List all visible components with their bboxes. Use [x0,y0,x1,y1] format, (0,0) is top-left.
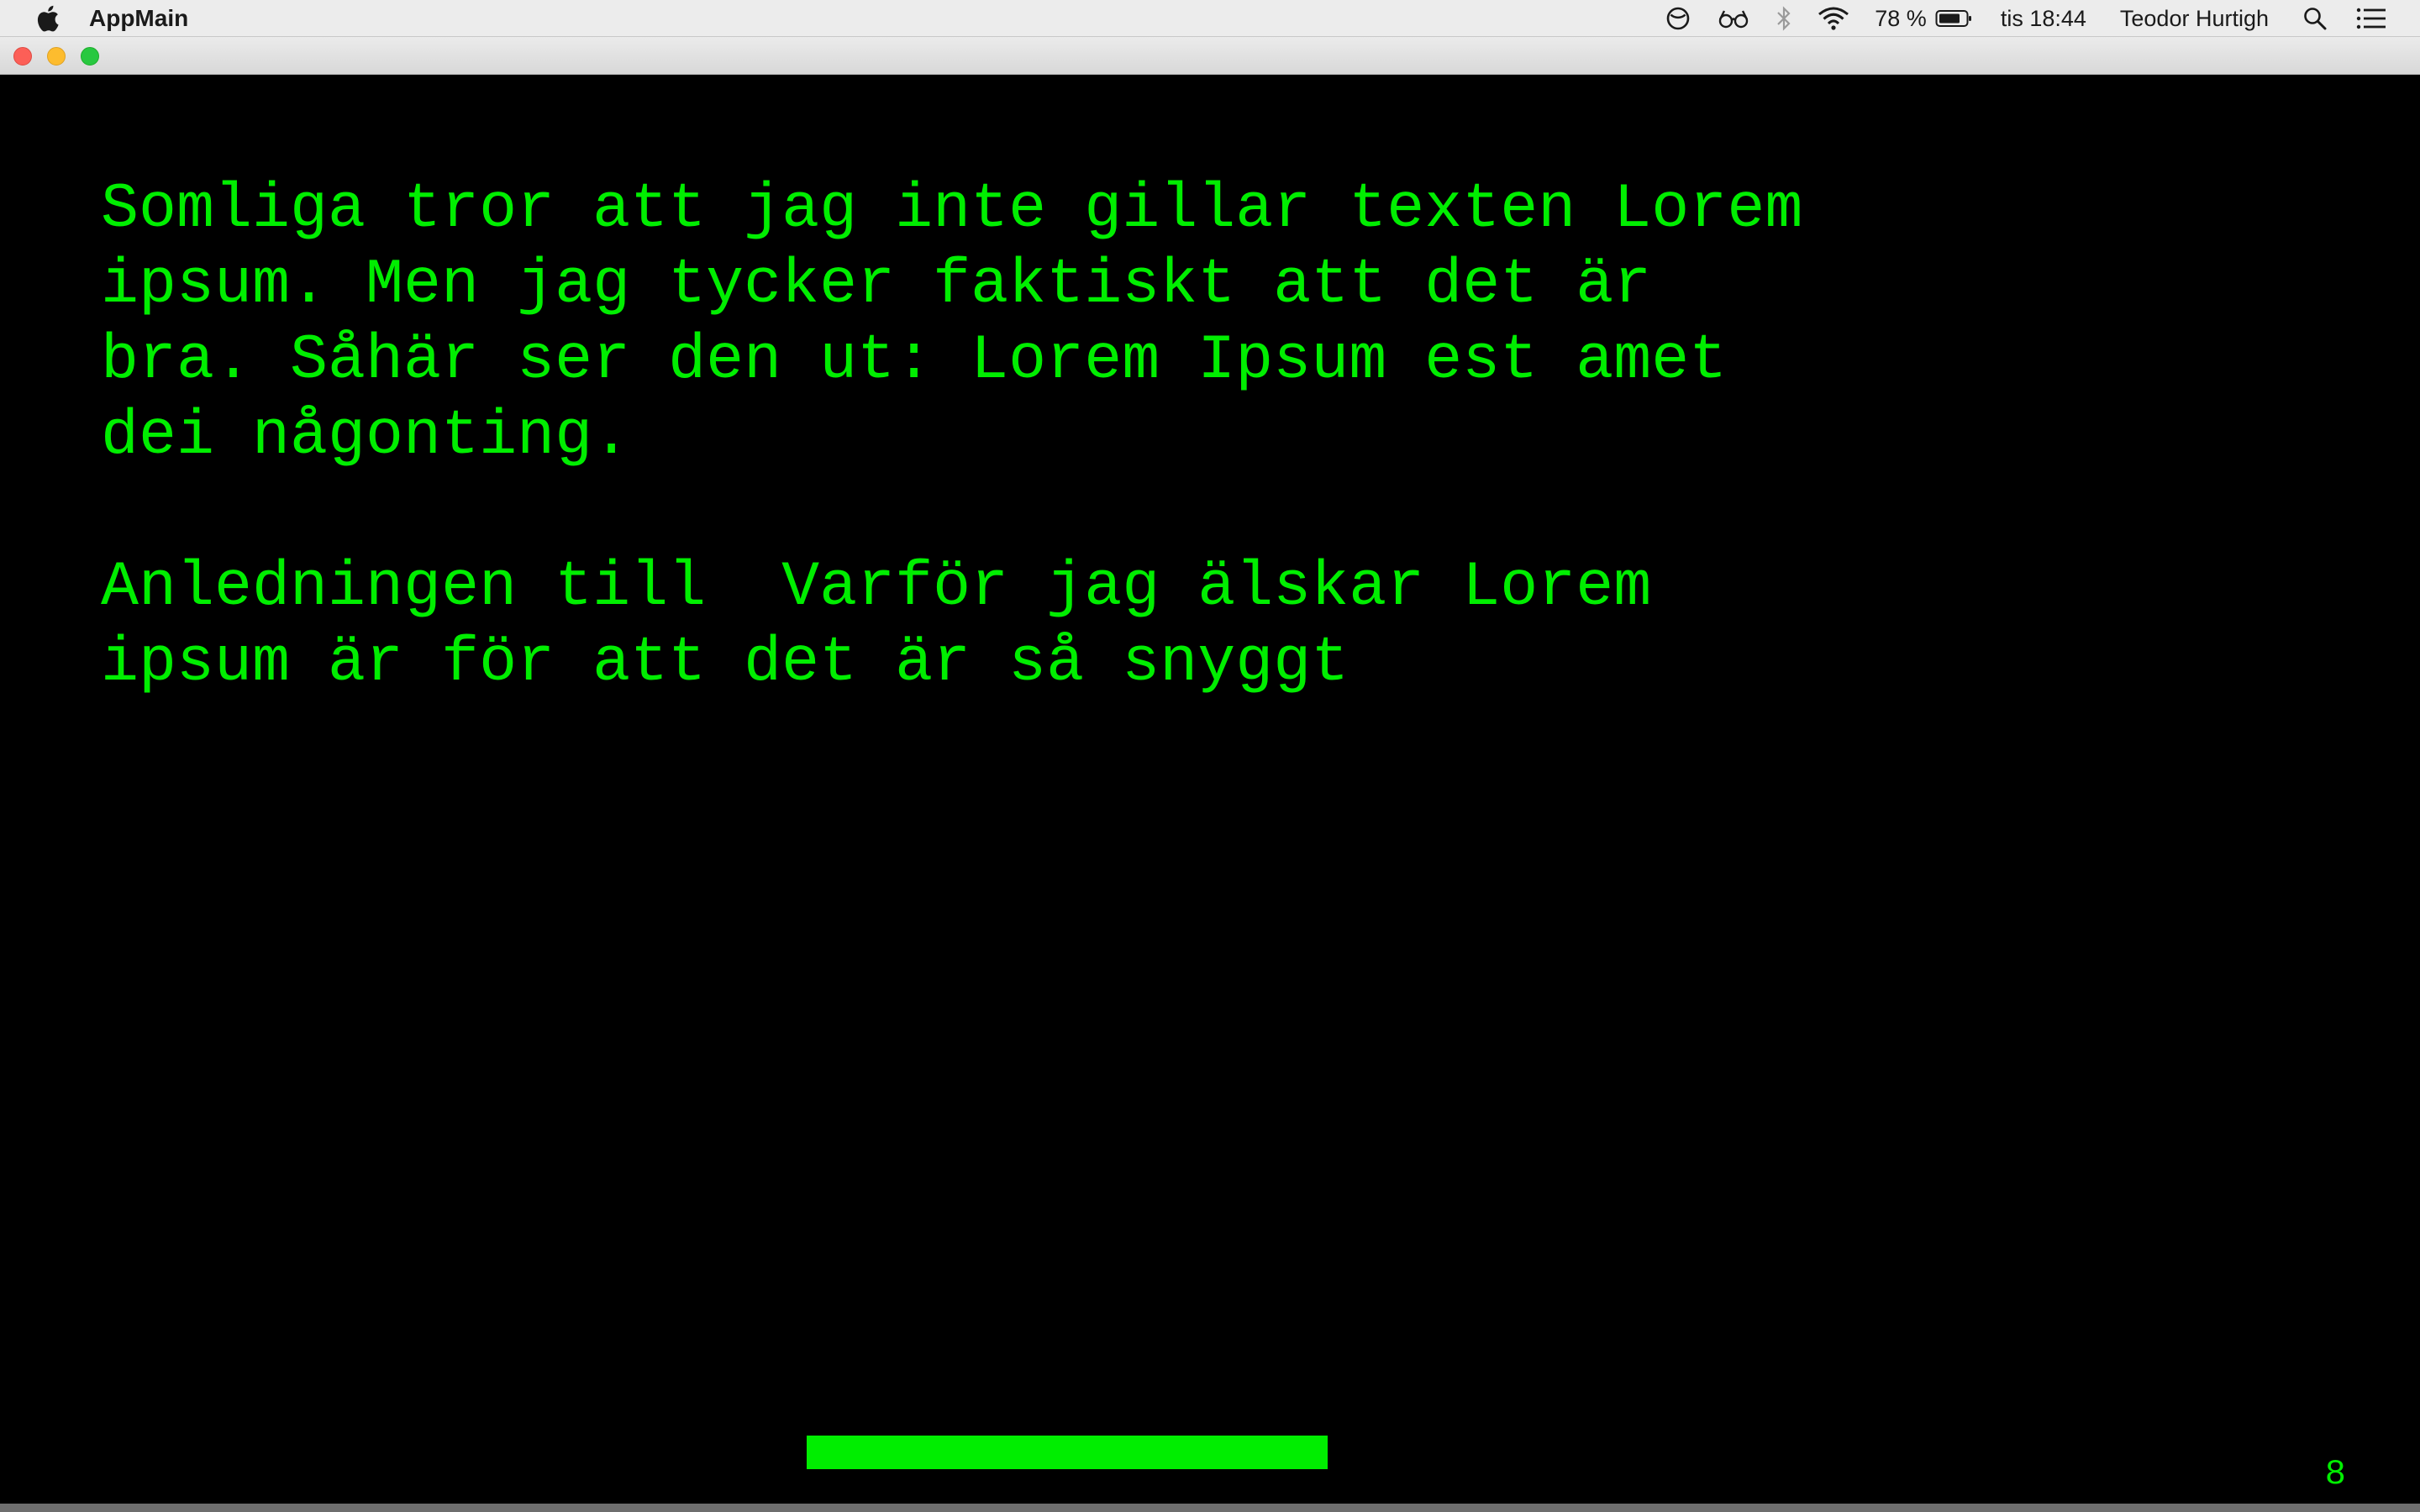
battery-icon[interactable] [1935,8,1972,29]
spotlight-search-icon[interactable] [2302,6,2328,31]
user-name[interactable]: Teodor Hurtigh [2120,6,2269,32]
battery-percentage[interactable]: 78 % [1875,6,1927,32]
menu-bar-status-area: 78 % tis 18:44 Teodor Hurtigh [1639,0,2386,37]
notification-center-icon[interactable] [2356,7,2386,30]
bluetooth-icon[interactable] [1776,5,1792,32]
score-counter: 8 [2324,1454,2346,1494]
text-paragraph-1: Somliga tror att jag inte gillar texten … [101,174,1803,472]
text-paragraph-2: Anledningen till Varför jag älskar Lorem… [101,552,1652,699]
menu-bar: AppMain 78 % tis 18:44 Teodor Hurtigh [0,0,2420,37]
paddle[interactable] [807,1436,1328,1469]
game-canvas[interactable]: Somliga tror att jag inte gillar texten … [0,75,2420,1503]
window-title-bar[interactable] [0,37,2420,75]
window-minimize-button[interactable] [47,47,66,66]
window-bottom-edge [0,1504,2420,1512]
app-menu-name[interactable]: AppMain [89,5,188,32]
clock[interactable]: tis 18:44 [2001,6,2086,32]
window-zoom-button[interactable] [81,47,99,66]
window-close-button[interactable] [13,47,32,66]
glasses-icon[interactable] [1717,7,1750,30]
wifi-icon[interactable] [1818,6,1849,31]
apple-icon[interactable] [34,3,60,34]
do-not-disturb-icon[interactable] [1665,5,1691,32]
